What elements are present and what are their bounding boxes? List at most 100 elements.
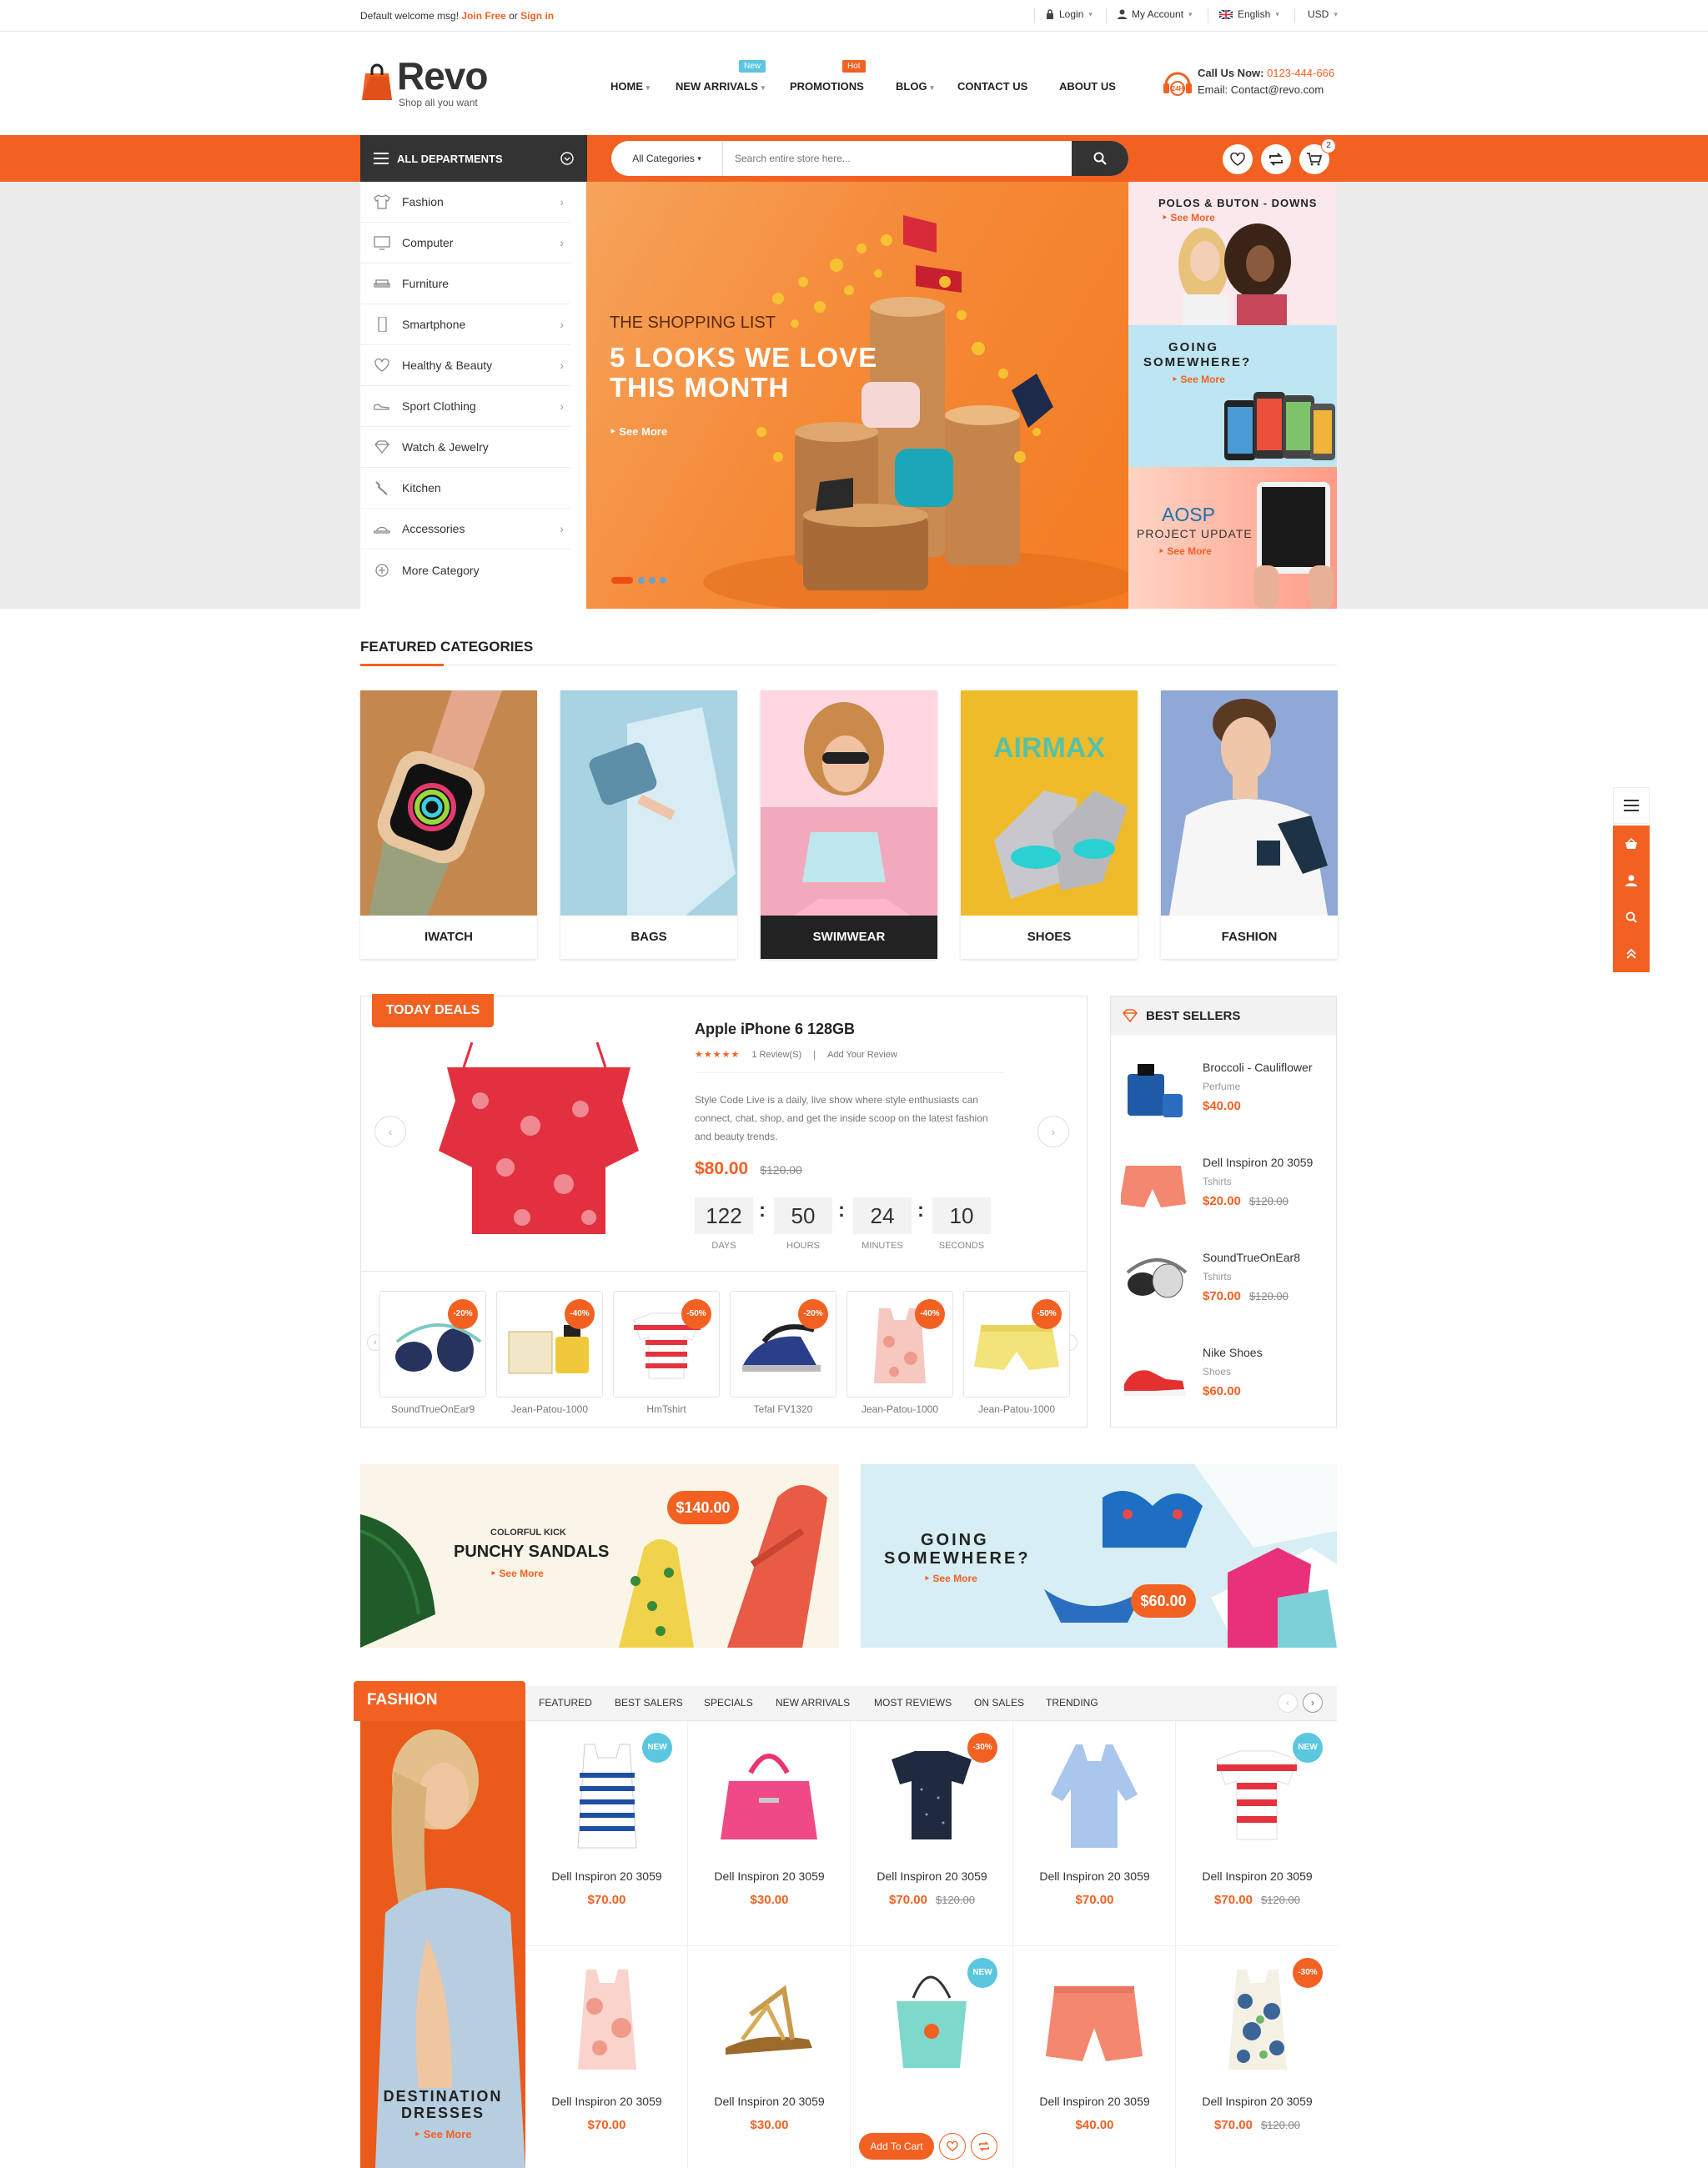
search-input[interactable] (723, 141, 1072, 176)
sign-in-link[interactable]: Sign in (520, 10, 554, 22)
deal-thumb-name[interactable]: Jean-Patou-1000 (841, 1403, 958, 1415)
product-card[interactable]: Dell Inspiron 20 3059 $70.00 (525, 1946, 688, 2168)
email-address[interactable]: Contact@revo.com (1231, 83, 1324, 96)
category-card-swimwear[interactable]: SWIMWEAR (761, 690, 937, 959)
phone-number[interactable]: 0123-444-666 (1267, 67, 1334, 79)
sidebar-item-kitchen[interactable]: Kitchen (360, 468, 570, 509)
deal-thumb-name[interactable]: Jean-Patou-1000 (491, 1403, 608, 1415)
banner-polos-cta[interactable]: ‣ See More (1162, 212, 1215, 223)
category-card-fashion[interactable]: FASHION (1161, 690, 1338, 959)
best-seller-item[interactable]: Dell Inspiron 20 3059 Tshirts $20.00 $120… (1109, 1141, 1334, 1236)
product-name[interactable]: Dell Inspiron 20 3059 (525, 1869, 688, 1883)
tab-on-sales[interactable]: ON SALES (974, 1697, 1024, 1709)
product-name[interactable]: Dell Inspiron 20 3059 (525, 2095, 688, 2108)
sidebar-item-computer[interactable]: Computer › (360, 223, 570, 263)
nav-promotions[interactable]: PROMOTIONS (790, 80, 864, 93)
wishlist-button[interactable] (1223, 144, 1253, 174)
slider-dot[interactable] (649, 577, 656, 584)
all-departments-button[interactable]: ALL DEPARTMENTS (360, 135, 587, 182)
account-menu[interactable]: My Account ▾ (1118, 8, 1193, 20)
tab-most-reviews[interactable]: MOST REVIEWS (874, 1697, 952, 1709)
product-card[interactable]: Dell Inspiron 20 3059 $70.00 $120.00 NEW (1176, 1721, 1339, 1946)
sidebar-item-watch-jewelry[interactable]: Watch & Jewelry (360, 427, 570, 468)
product-card[interactable]: Dell Inspiron 20 3059 $30.00 (688, 1946, 851, 2168)
banner-going-somewhere[interactable]: GOING SOMEWHERE? ‣ See More (1128, 325, 1337, 467)
category-card-shoes[interactable]: AIRMAX SHOES (961, 690, 1138, 959)
sticky-top-button[interactable] (1613, 936, 1650, 972)
sticky-search-button[interactable] (1613, 899, 1650, 936)
banner-aosp[interactable]: AOSP PROJECT UPDATE ‣ See More (1128, 467, 1337, 609)
nav-about-us[interactable]: ABOUT US (1059, 80, 1116, 93)
wishlist-button[interactable] (939, 2133, 966, 2160)
logo[interactable]: Revo Shop all you want (360, 57, 488, 108)
nav-contact-us[interactable]: CONTACT US (957, 80, 1027, 93)
fashion-side-banner[interactable]: DESTINATION DRESSES ‣ See More (360, 1721, 525, 2168)
compare-button[interactable] (1261, 144, 1291, 174)
nav-new-arrivals[interactable]: NEW ARRIVALS ▾ (676, 80, 765, 93)
sidebar-item-accessories[interactable]: Accessories › (360, 509, 570, 550)
promo-sandals-cta[interactable]: ‣ See More (490, 1568, 544, 1579)
deal-thumb-name[interactable]: SoundTrueOnEar9 (374, 1403, 491, 1415)
product-name[interactable]: Dell Inspiron 20 3059 (688, 1869, 851, 1883)
tab-featured[interactable]: FEATURED (539, 1697, 592, 1709)
fashion-banner-cta[interactable]: ‣ See More (360, 2128, 525, 2141)
deal-prev-button[interactable]: ‹ (374, 1116, 406, 1147)
slider-dot[interactable] (638, 577, 645, 584)
deal-thumb-name[interactable]: Jean-Patou-1000 (958, 1403, 1075, 1415)
product-card[interactable]: NEW Add To Cart (851, 1946, 1013, 2168)
sidebar-item-sport-clothing[interactable]: Sport Clothing › (360, 386, 570, 427)
tab-new-arrivals[interactable]: NEW ARRIVALS (776, 1697, 850, 1709)
currency-selector[interactable]: USD ▾ (1308, 8, 1338, 20)
nav-home[interactable]: HOME ▾ (610, 80, 650, 93)
sidebar-item-healthy-beauty[interactable]: Healthy & Beauty › (360, 345, 570, 386)
banner-aosp-cta[interactable]: ‣ See More (1158, 545, 1212, 557)
review-count[interactable]: 1 Review(S) (751, 1050, 801, 1060)
banner-going-cta[interactable]: ‣ See More (1172, 374, 1225, 385)
product-name[interactable]: Dell Inspiron 20 3059 (688, 2095, 851, 2108)
slider-cta[interactable]: ‣ See More (610, 425, 667, 439)
sidebar-item-smartphone[interactable]: Smartphone › (360, 304, 570, 345)
sidebar-item-more-category[interactable]: More Category (360, 550, 570, 590)
product-card[interactable]: Dell Inspiron 20 3059 $30.00 (688, 1721, 851, 1946)
nav-blog[interactable]: BLOG ▾ (896, 80, 934, 93)
banner-polos[interactable]: POLOS & BUTON - DOWNS ‣ See More (1128, 182, 1337, 325)
slider-dot[interactable] (660, 577, 666, 584)
product-name[interactable]: Dell Inspiron 20 3059 (1013, 1869, 1176, 1883)
product-card[interactable]: Dell Inspiron 20 3059 $70.00 (1013, 1721, 1176, 1946)
category-select[interactable]: All Categories ▾ (611, 141, 723, 176)
login-menu[interactable]: Login ▾ (1046, 8, 1093, 20)
promo-going-cta[interactable]: ‣ See More (924, 1573, 977, 1584)
sidebar-item-fashion[interactable]: Fashion › (360, 182, 570, 223)
category-card-bags[interactable]: BAGS (560, 690, 737, 959)
product-name[interactable]: Dell Inspiron 20 3059 (1013, 2095, 1176, 2108)
category-card-iwatch[interactable]: IWATCH (360, 690, 537, 959)
language-selector[interactable]: English ▾ (1219, 8, 1279, 20)
tab-best-salers[interactable]: BEST SALERS (615, 1697, 683, 1709)
deal-next-button[interactable]: › (1037, 1116, 1069, 1147)
best-seller-item[interactable]: Broccoli - Cauliflower Perfume $40.00 (1109, 1046, 1334, 1141)
promo-banner-swimwear[interactable]: GOING SOMEWHERE? ‣ See More $60.00 (861, 1464, 1337, 1648)
product-name[interactable]: Dell Inspiron 20 3059 (1176, 2095, 1339, 2108)
deal-product-name[interactable]: Apple iPhone 6 128GB (695, 1021, 855, 1038)
sticky-account-button[interactable] (1613, 862, 1650, 899)
compare-button[interactable] (971, 2133, 997, 2160)
tab-specials[interactable]: SPECIALS (704, 1697, 753, 1709)
product-card[interactable]: Dell Inspiron 20 3059 $40.00 (1013, 1946, 1176, 2168)
sticky-cart-button[interactable] (1613, 826, 1650, 862)
deal-thumb-name[interactable]: Tefal FV1320 (725, 1403, 841, 1415)
fashion-next-button[interactable]: › (1303, 1693, 1323, 1713)
add-review-link[interactable]: Add Your Review (827, 1050, 897, 1060)
best-seller-item[interactable]: SoundTrueOnEar8 Tshirts $70.00 $120.00 (1109, 1236, 1334, 1331)
sticky-menu-button[interactable] (1613, 787, 1650, 824)
sidebar-item-furniture[interactable]: Furniture (360, 263, 570, 304)
tab-trending[interactable]: TRENDING (1046, 1697, 1098, 1709)
promo-banner-sandals[interactable]: COLORFUL KICK PUNCHY SANDALS ‣ See More … (360, 1464, 839, 1648)
slider-dot-active[interactable] (611, 577, 633, 584)
best-seller-item[interactable]: Nike Shoes Shoes $60.00 (1109, 1331, 1334, 1426)
product-card[interactable]: Dell Inspiron 20 3059 $70.00 NEW (525, 1721, 688, 1946)
product-card[interactable]: Dell Inspiron 20 3059 $70.00 $120.00 -30% (851, 1721, 1013, 1946)
add-to-cart-button[interactable]: Add To Cart (859, 2133, 934, 2160)
fashion-prev-button[interactable]: ‹ (1278, 1693, 1298, 1713)
search-button[interactable] (1072, 141, 1128, 176)
product-name[interactable]: Dell Inspiron 20 3059 (851, 1869, 1013, 1883)
